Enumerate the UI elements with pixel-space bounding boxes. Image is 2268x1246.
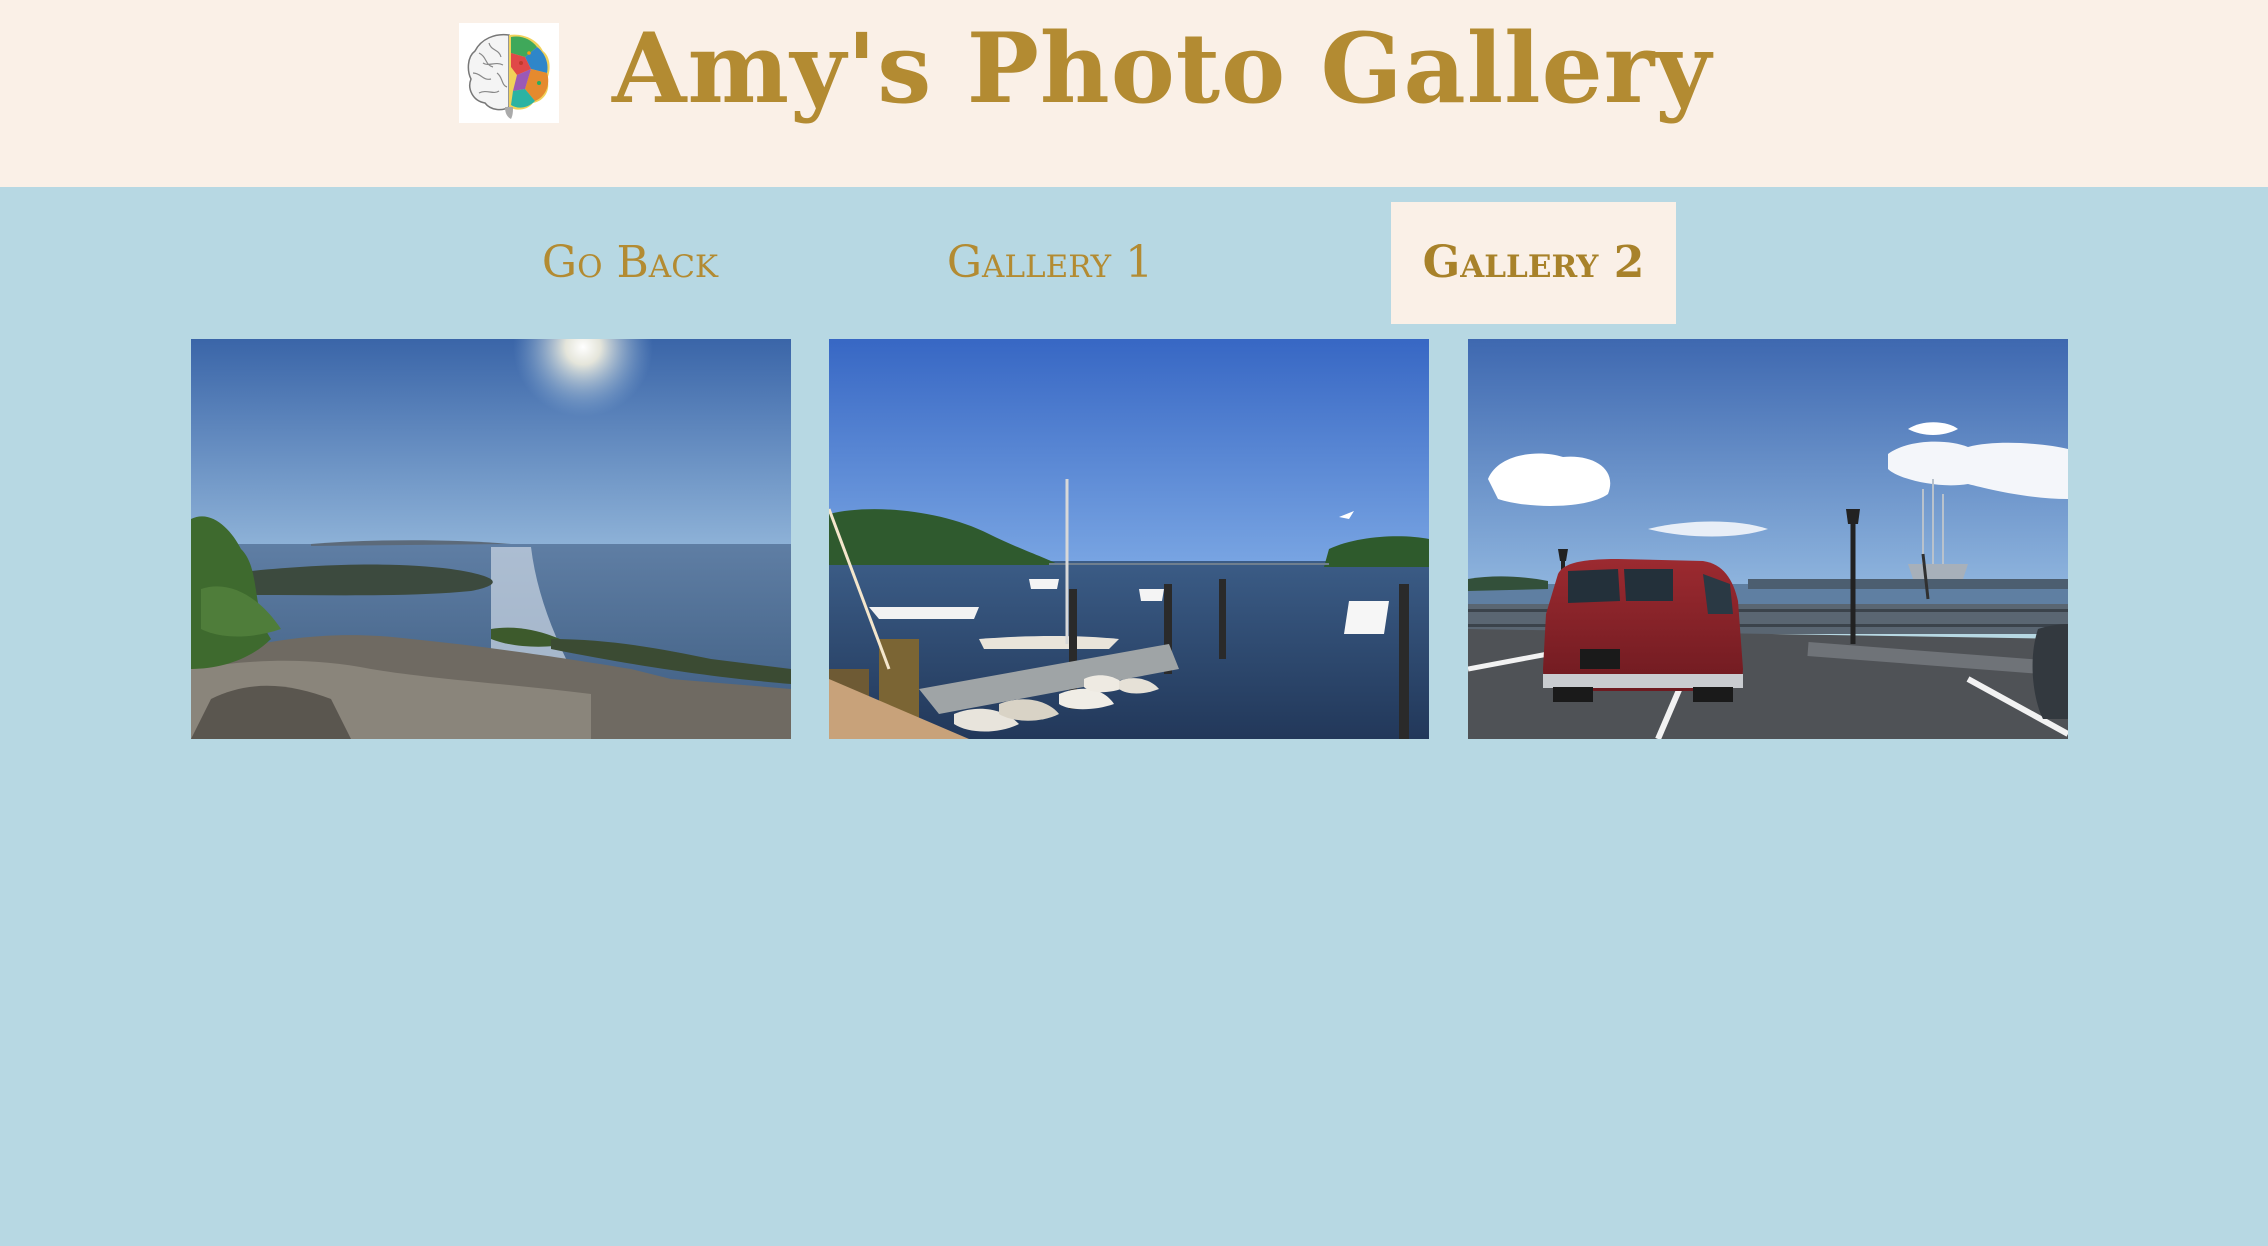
coastal-overlook-photo[interactable] (191, 339, 791, 739)
gallery-1-link[interactable]: Gallery 1 (900, 202, 1200, 324)
harbor-dock-photo[interactable] (829, 339, 1429, 739)
brain-logo-icon (459, 23, 559, 123)
parking-lot-van-photo[interactable] (1468, 339, 2068, 739)
site-header: Amy's Photo Gallery (0, 0, 2268, 187)
site-title: Amy's Photo Gallery (612, 12, 1713, 125)
gallery-2-link-active[interactable]: Gallery 2 (1391, 202, 1676, 324)
go-back-link[interactable]: Go Back (490, 202, 770, 324)
main-nav: Go Back Gallery 1 Gallery 2 (0, 187, 2268, 327)
